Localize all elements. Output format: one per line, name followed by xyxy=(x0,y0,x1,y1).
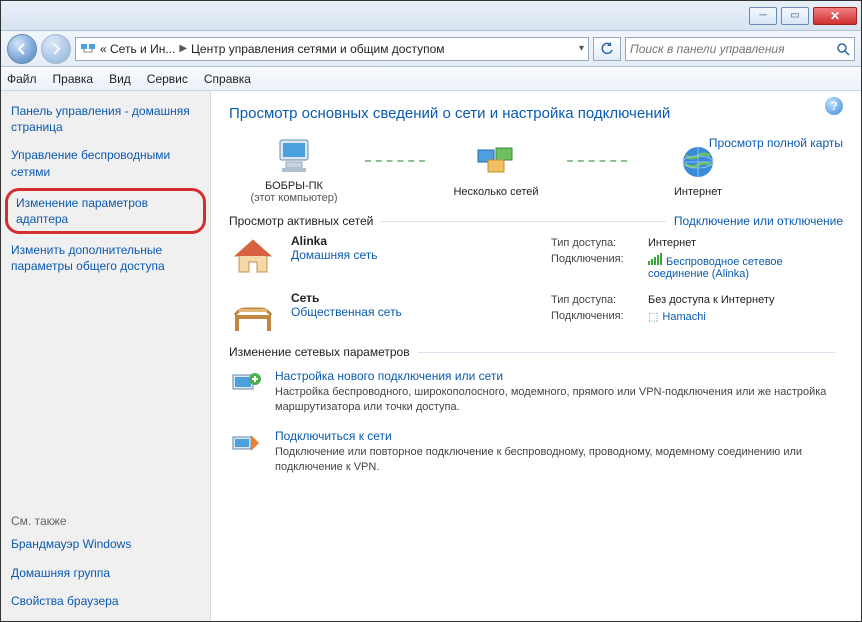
sidebar-firewall[interactable]: Брандмауэр Windows xyxy=(11,536,200,552)
section-active-networks: Просмотр активных сетей Подключение или … xyxy=(229,214,843,228)
page-title: Просмотр основных сведений о сети и наст… xyxy=(229,105,843,122)
home-network-icon xyxy=(229,234,277,278)
minimize-button[interactable]: ─ xyxy=(749,7,777,25)
search-box[interactable] xyxy=(625,37,855,61)
label-access: Тип доступа: xyxy=(547,236,642,250)
address-bar[interactable]: « Сеть и Ин... ▶ Центр управления сетями… xyxy=(75,37,589,61)
sidebar-home[interactable]: Панель управления - домашняя страница xyxy=(11,103,200,135)
content-body: Панель управления - домашняя страница Уп… xyxy=(1,91,861,621)
menu-file[interactable]: Файл xyxy=(7,72,37,86)
arrow-right-icon xyxy=(49,42,63,56)
network-type-link[interactable]: Общественная сеть xyxy=(291,305,531,319)
network-name: Alinka xyxy=(291,234,531,248)
map-node-internet: Интернет xyxy=(633,142,763,198)
task-title-link[interactable]: Настройка нового подключения или сети xyxy=(275,369,843,383)
dropdown-icon[interactable]: ▾ xyxy=(579,43,584,54)
map-connector xyxy=(365,160,425,162)
node-label: Интернет xyxy=(674,186,722,198)
help-icon[interactable]: ? xyxy=(825,97,843,115)
sidebar-browser-props[interactable]: Свойства браузера xyxy=(11,593,200,609)
computer-icon xyxy=(272,136,316,176)
node-label: Несколько сетей xyxy=(453,186,538,198)
back-button[interactable] xyxy=(7,34,37,64)
search-icon[interactable] xyxy=(836,42,850,56)
connect-network-icon xyxy=(229,429,263,461)
access-value: Интернет xyxy=(644,236,841,250)
wifi-signal-icon xyxy=(648,253,662,265)
connection-link[interactable]: Hamachi xyxy=(662,311,705,323)
search-input[interactable] xyxy=(630,42,836,56)
node-sublabel: (этот компьютер) xyxy=(250,192,337,204)
task-title-link[interactable]: Подключиться к сети xyxy=(275,429,843,443)
menu-edit[interactable]: Правка xyxy=(53,72,94,86)
section-change-settings: Изменение сетевых параметров xyxy=(229,345,843,359)
map-connector xyxy=(567,160,627,162)
connection-link[interactable]: Беспроводное сетевое соединение (Alinka) xyxy=(648,256,783,280)
map-node-this-pc: БОБРЫ-ПК (этот компьютер) xyxy=(229,136,359,204)
nav-toolbar: « Сеть и Ин... ▶ Центр управления сетями… xyxy=(1,31,861,67)
network-center-icon xyxy=(80,41,96,57)
network-entry-set: Сеть Общественная сеть Тип доступа: Без … xyxy=(229,291,843,335)
connect-disconnect-link[interactable]: Подключение или отключение xyxy=(674,214,843,228)
sidebar: Панель управления - домашняя страница Уп… xyxy=(1,91,211,621)
close-button[interactable]: ✕ xyxy=(813,7,857,25)
sidebar-adapter-settings[interactable]: Изменение параметров адаптера xyxy=(16,195,195,227)
access-value: Без доступа к Интернету xyxy=(644,293,841,307)
sidebar-homegroup[interactable]: Домашняя группа xyxy=(11,565,200,581)
menu-help[interactable]: Справка xyxy=(204,72,251,86)
sidebar-advanced-sharing[interactable]: Изменить дополнительные параметры общего… xyxy=(11,242,200,274)
chevron-right-icon: ▶ xyxy=(179,43,187,54)
breadcrumb-part[interactable]: « Сеть и Ин... xyxy=(100,42,175,56)
label-access: Тип доступа: xyxy=(547,293,642,307)
network-entry-alinka: Alinka Домашняя сеть Тип доступа: Интерн… xyxy=(229,234,843,283)
view-full-map-link[interactable]: Просмотр полной карты xyxy=(709,136,843,150)
section-title: Изменение сетевых параметров xyxy=(229,345,410,359)
sidebar-wireless[interactable]: Управление беспроводными сетями xyxy=(11,147,200,179)
arrow-left-icon xyxy=(15,42,29,56)
maximize-button[interactable]: ▭ xyxy=(781,7,809,25)
breadcrumb-part[interactable]: Центр управления сетями и общим доступом xyxy=(191,42,445,56)
task-description: Подключение или повторное подключение к … xyxy=(275,445,843,475)
multiple-networks-icon xyxy=(474,142,518,182)
section-title: Просмотр активных сетей xyxy=(229,214,373,228)
menu-view[interactable]: Вид xyxy=(109,72,131,86)
adapter-icon: ⬚ xyxy=(648,311,658,323)
menu-tools[interactable]: Сервис xyxy=(147,72,188,86)
task-new-connection: Настройка нового подключения или сети На… xyxy=(229,369,843,415)
refresh-button[interactable] xyxy=(593,37,621,61)
highlight-annotation: Изменение параметров адаптера xyxy=(5,188,206,234)
task-description: Настройка беспроводного, широкополосного… xyxy=(275,385,843,415)
public-network-icon xyxy=(229,291,277,335)
main-panel: ? Просмотр основных сведений о сети и на… xyxy=(211,91,861,621)
label-connections: Подключения: xyxy=(547,309,642,324)
map-node-networks: Несколько сетей xyxy=(431,142,561,198)
label-connections: Подключения: xyxy=(547,252,642,281)
forward-button[interactable] xyxy=(41,34,71,64)
network-name: Сеть xyxy=(291,291,531,305)
new-connection-icon xyxy=(229,369,263,401)
see-also-header: См. также xyxy=(11,514,200,528)
menubar: Файл Правка Вид Сервис Справка xyxy=(1,67,861,91)
network-map: БОБРЫ-ПК (этот компьютер) Несколько сете… xyxy=(229,136,843,204)
refresh-icon xyxy=(600,42,614,56)
node-label: БОБРЫ-ПК xyxy=(265,180,323,192)
task-connect-network: Подключиться к сети Подключение или повт… xyxy=(229,429,843,475)
window: ─ ▭ ✕ « Сеть и Ин... ▶ Центр управления … xyxy=(0,0,862,622)
network-type-link[interactable]: Домашняя сеть xyxy=(291,248,531,262)
titlebar: ─ ▭ ✕ xyxy=(1,1,861,31)
